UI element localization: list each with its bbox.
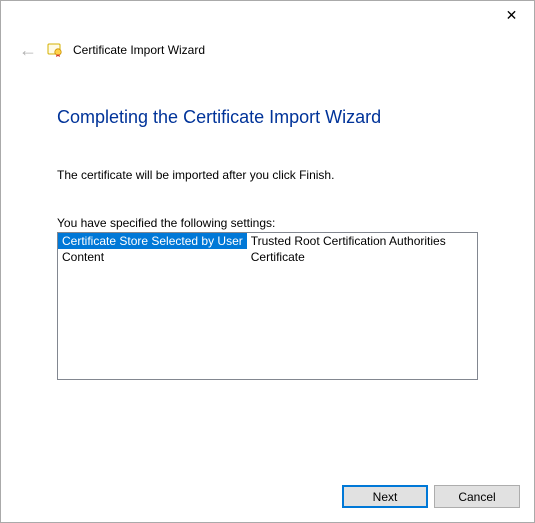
titlebar: ✕	[1, 1, 534, 33]
cancel-button[interactable]: Cancel	[434, 485, 520, 508]
close-button[interactable]: ✕	[489, 1, 534, 29]
wizard-header: ← Certificate Import Wizard	[1, 33, 534, 59]
settings-table: Certificate Store Selected by UserTruste…	[58, 233, 450, 265]
back-arrow-icon: ←	[19, 41, 37, 59]
wizard-title: Certificate Import Wizard	[73, 43, 205, 57]
table-row[interactable]: Certificate Store Selected by UserTruste…	[58, 233, 450, 249]
certificate-icon	[47, 42, 63, 58]
setting-value: Certificate	[247, 249, 450, 265]
settings-listview[interactable]: Certificate Store Selected by UserTruste…	[57, 232, 478, 380]
close-icon: ✕	[506, 7, 518, 24]
wizard-content: Completing the Certificate Import Wizard…	[1, 59, 534, 380]
table-row[interactable]: ContentCertificate	[58, 249, 450, 265]
page-title: Completing the Certificate Import Wizard	[57, 107, 478, 128]
settings-label: You have specified the following setting…	[57, 216, 478, 230]
button-bar: Next Cancel	[342, 485, 520, 508]
setting-label: Content	[58, 249, 247, 265]
setting-label: Certificate Store Selected by User	[58, 233, 247, 249]
next-button[interactable]: Next	[342, 485, 428, 508]
setting-value: Trusted Root Certification Authorities	[247, 233, 450, 249]
info-text: The certificate will be imported after y…	[57, 168, 478, 182]
